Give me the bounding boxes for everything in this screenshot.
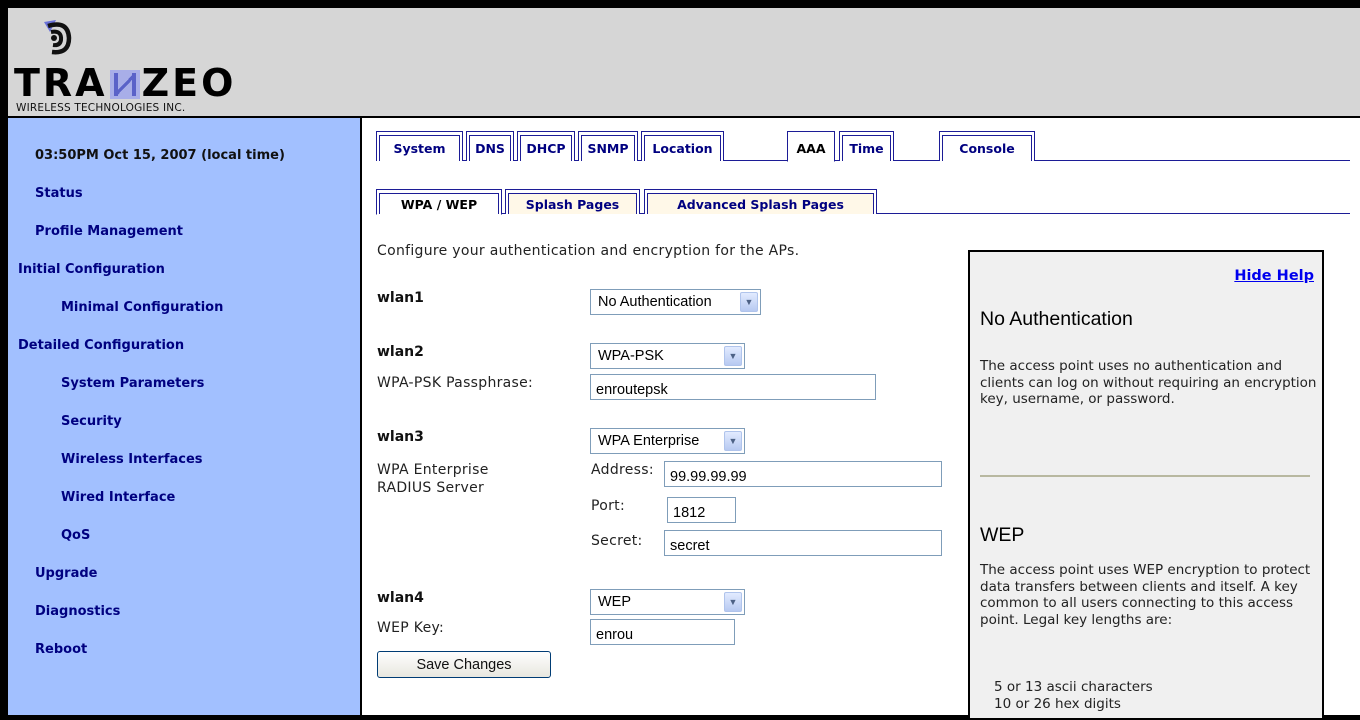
subtab-splash-pages-label: Splash Pages: [508, 193, 637, 214]
antenna-logo-icon: [44, 20, 72, 55]
chevron-down-icon[interactable]: ▼: [724, 431, 742, 451]
help-key-length-1: 5 or 13 ascii characters: [994, 679, 1153, 695]
wep-key-label: WEP Key:: [377, 620, 445, 636]
wlan4-auth-value: WEP: [598, 594, 632, 610]
save-changes-button[interactable]: Save Changes: [377, 651, 551, 678]
wlan2-label: wlan2: [377, 344, 424, 360]
logo-wordmark: TRA ZEO: [14, 62, 236, 104]
tab-aaa[interactable]: AAA: [787, 131, 835, 162]
wlan3-label: wlan3: [377, 429, 424, 445]
wlan4-auth-select[interactable]: WEP ▼: [590, 589, 745, 615]
wlan1-auth-select[interactable]: No Authentication ▼: [590, 289, 761, 315]
help-title-wep: WEP: [980, 524, 1025, 546]
chevron-down-icon[interactable]: ▼: [724, 346, 742, 366]
main-content: System DNS DHCP SNMP Location AAA Time C…: [362, 118, 1360, 720]
wlan4-label: wlan4: [377, 590, 424, 606]
help-divider: [980, 475, 1310, 477]
local-time: 03:50PM Oct 15, 2007 (local time): [35, 148, 285, 163]
intro-text: Configure your authentication and encryp…: [377, 243, 800, 259]
sidebar-item-wireless-interfaces[interactable]: Wireless Interfaces: [61, 452, 203, 467]
sidebar-item-reboot[interactable]: Reboot: [35, 642, 87, 657]
radius-address-label: Address:: [591, 462, 654, 478]
tab-dns[interactable]: DNS: [466, 131, 514, 161]
tab-console[interactable]: Console: [939, 131, 1035, 161]
subtab-wpa-wep-label: WPA / WEP: [379, 193, 499, 214]
wpa-psk-passphrase-label: WPA-PSK Passphrase:: [377, 375, 534, 391]
sidebar-item-wired-interface[interactable]: Wired Interface: [61, 490, 175, 505]
help-title-no-authentication: No Authentication: [980, 308, 1133, 330]
sidebar-item-status[interactable]: Status: [35, 186, 83, 201]
wlan1-label: wlan1: [377, 290, 424, 306]
tab-dhcp[interactable]: DHCP: [517, 131, 575, 161]
logo-text-post: ZEO: [141, 61, 237, 105]
top-tab-bar: System DNS DHCP SNMP Location AAA Time C…: [376, 131, 1350, 162]
logo-subtitle: WIRELESS TECHNOLOGIES INC.: [16, 102, 186, 114]
sidebar: 03:50PM Oct 15, 2007 (local time) Status…: [8, 118, 360, 715]
chevron-down-icon[interactable]: ▼: [724, 592, 742, 612]
sidebar-item-security[interactable]: Security: [61, 414, 122, 429]
wep-key-input[interactable]: enrou: [590, 619, 735, 645]
help-panel: Hide Help No Authentication The access p…: [968, 250, 1324, 720]
radius-secret-label: Secret:: [591, 533, 643, 549]
tab-location-label: Location: [644, 135, 721, 161]
tab-snmp[interactable]: SNMP: [578, 131, 638, 161]
logo-n-glyph: [109, 70, 140, 99]
subtab-splash-pages[interactable]: Splash Pages: [505, 189, 640, 214]
help-text-wep: The access point uses WEP encryption to …: [980, 562, 1311, 628]
tab-time-label: Time: [842, 135, 891, 161]
sidebar-item-qos[interactable]: QoS: [61, 528, 90, 543]
help-key-length-2: 10 or 26 hex digits: [994, 696, 1121, 712]
wlan3-auth-value: WPA Enterprise: [598, 433, 700, 449]
radius-server-label-line2: RADIUS Server: [377, 480, 485, 496]
tab-system[interactable]: System: [376, 131, 463, 161]
wpa-psk-passphrase-input[interactable]: enroutepsk: [590, 374, 876, 400]
sub-tab-bar: WPA / WEP Splash Pages Advanced Splash P…: [376, 189, 1350, 215]
tab-location[interactable]: Location: [641, 131, 724, 161]
radius-port-label: Port:: [591, 498, 625, 514]
radius-secret-input[interactable]: secret: [664, 530, 942, 556]
wlan3-auth-select[interactable]: WPA Enterprise ▼: [590, 428, 745, 454]
sidebar-item-profile-management[interactable]: Profile Management: [35, 224, 183, 239]
tab-snmp-label: SNMP: [581, 135, 635, 161]
tranzeo-logo: TRA ZEO WIRELESS TECHNOLOGIES INC.: [14, 18, 294, 114]
subtab-advanced-splash-pages[interactable]: Advanced Splash Pages: [644, 189, 877, 214]
chevron-down-icon[interactable]: ▼: [740, 292, 758, 312]
sidebar-item-detailed-configuration[interactable]: Detailed Configuration: [18, 338, 184, 353]
sidebar-item-system-parameters[interactable]: System Parameters: [61, 376, 204, 391]
logo-text-pre: TRA: [14, 61, 108, 105]
tab-console-label: Console: [942, 135, 1032, 161]
header: TRA ZEO WIRELESS TECHNOLOGIES INC.: [8, 8, 1360, 116]
sidebar-item-upgrade[interactable]: Upgrade: [35, 566, 97, 581]
subtab-wpa-wep[interactable]: WPA / WEP: [376, 189, 502, 215]
radius-server-label-line1: WPA Enterprise: [377, 462, 489, 478]
wlan1-auth-value: No Authentication: [598, 294, 712, 310]
wlan2-auth-value: WPA-PSK: [598, 348, 664, 364]
subtab-advanced-splash-pages-label: Advanced Splash Pages: [647, 193, 874, 214]
tab-system-label: System: [379, 135, 460, 161]
tab-time[interactable]: Time: [839, 131, 894, 161]
sidebar-item-minimal-configuration[interactable]: Minimal Configuration: [61, 300, 223, 315]
radius-port-input[interactable]: 1812: [667, 497, 736, 523]
help-text-no-authentication: The access point uses no authentication …: [980, 358, 1317, 407]
browser-frame: TRA ZEO WIRELESS TECHNOLOGIES INC. 03:50P…: [0, 0, 1360, 720]
sidebar-item-diagnostics[interactable]: Diagnostics: [35, 604, 120, 619]
radius-address-input[interactable]: 99.99.99.99: [664, 461, 942, 487]
tab-dhcp-label: DHCP: [520, 135, 572, 161]
tab-dns-label: DNS: [469, 135, 511, 161]
tab-aaa-label: AAA: [796, 140, 826, 156]
sidebar-item-initial-configuration[interactable]: Initial Configuration: [18, 262, 165, 277]
wlan2-auth-select[interactable]: WPA-PSK ▼: [590, 343, 745, 369]
hide-help-link[interactable]: Hide Help: [1234, 268, 1314, 284]
